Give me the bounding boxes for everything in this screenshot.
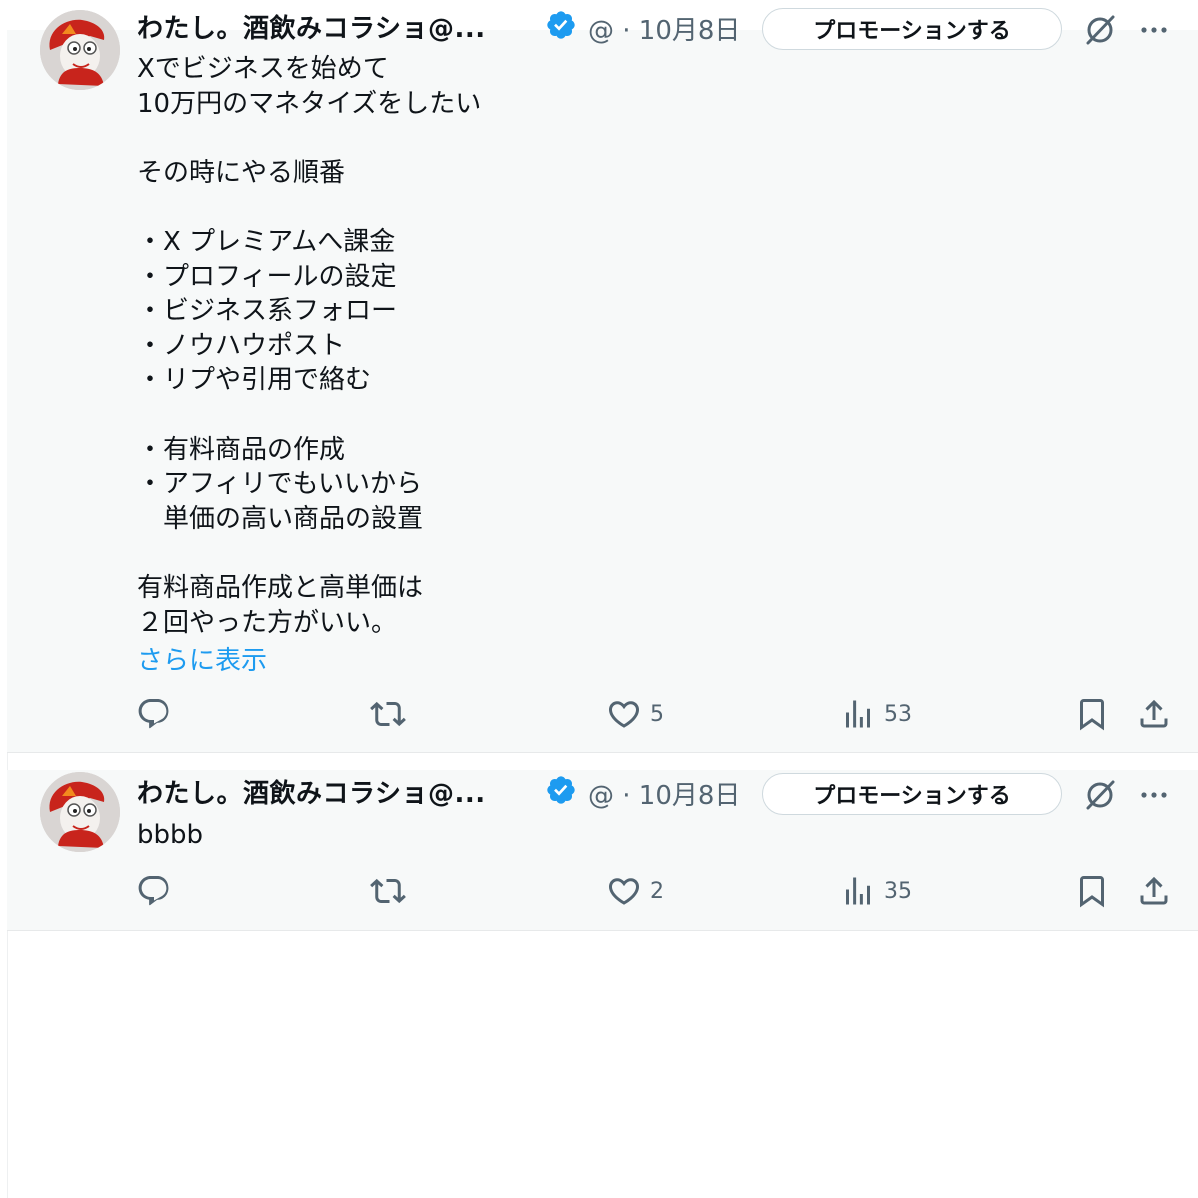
repost-button[interactable] [370,696,406,732]
bookmark-button[interactable] [1074,696,1110,732]
bookmark-icon [1080,699,1104,731]
views-icon [846,700,870,728]
author-avatar[interactable] [40,10,120,90]
heart-icon [608,878,640,905]
views-count: 35 [884,878,912,904]
show-more-link[interactable]: さらに表示 [137,640,267,677]
avatar-character-image [40,10,120,90]
avatar-character-image [40,772,120,852]
author-avatar[interactable] [40,772,120,852]
views-button[interactable]: 35 [840,873,912,909]
grok-icon[interactable] [1082,12,1118,48]
like-button[interactable]: 5 [606,696,664,732]
like-count: 5 [650,701,664,727]
grok-icon[interactable] [1082,777,1118,813]
heart-icon [608,701,640,728]
reply-icon [138,699,169,729]
post-body-text: bbbb [137,820,204,850]
more-icon[interactable] [1136,12,1172,48]
reply-button[interactable] [136,873,172,909]
author-display-name[interactable]: わたし。酒飲みコラショ@... [137,773,486,810]
reply-button[interactable] [136,696,172,732]
repost-icon [370,878,406,904]
views-count: 53 [884,701,912,727]
repost-icon [370,701,406,727]
share-icon [1140,699,1168,728]
share-button[interactable] [1136,873,1172,909]
promote-button[interactable]: プロモーションする [762,773,1062,815]
post-divider [7,930,1198,931]
like-count: 2 [650,878,664,904]
verified-badge-icon[interactable] [545,9,577,41]
more-icon[interactable] [1136,777,1172,813]
like-button[interactable]: 2 [606,873,664,909]
post-body-text: Xでビジネスを始めて 10万円のマネタイズをしたい その時にやる順番 ・X プレ… [137,54,482,638]
views-icon [846,877,870,905]
handle-and-timestamp[interactable]: @ · 10月8日 [588,10,740,47]
handle-and-timestamp[interactable]: @ · 10月8日 [588,775,740,812]
reply-icon [138,876,169,906]
bookmark-icon [1080,876,1104,908]
repost-button[interactable] [370,873,406,909]
promote-button[interactable]: プロモーションする [762,8,1062,50]
share-icon [1140,876,1168,905]
verified-badge-icon[interactable] [545,774,577,806]
share-button[interactable] [1136,696,1172,732]
views-button[interactable]: 53 [840,696,912,732]
author-display-name[interactable]: わたし。酒飲みコラショ@... [137,8,486,45]
post-divider [7,752,1198,753]
bookmark-button[interactable] [1074,873,1110,909]
